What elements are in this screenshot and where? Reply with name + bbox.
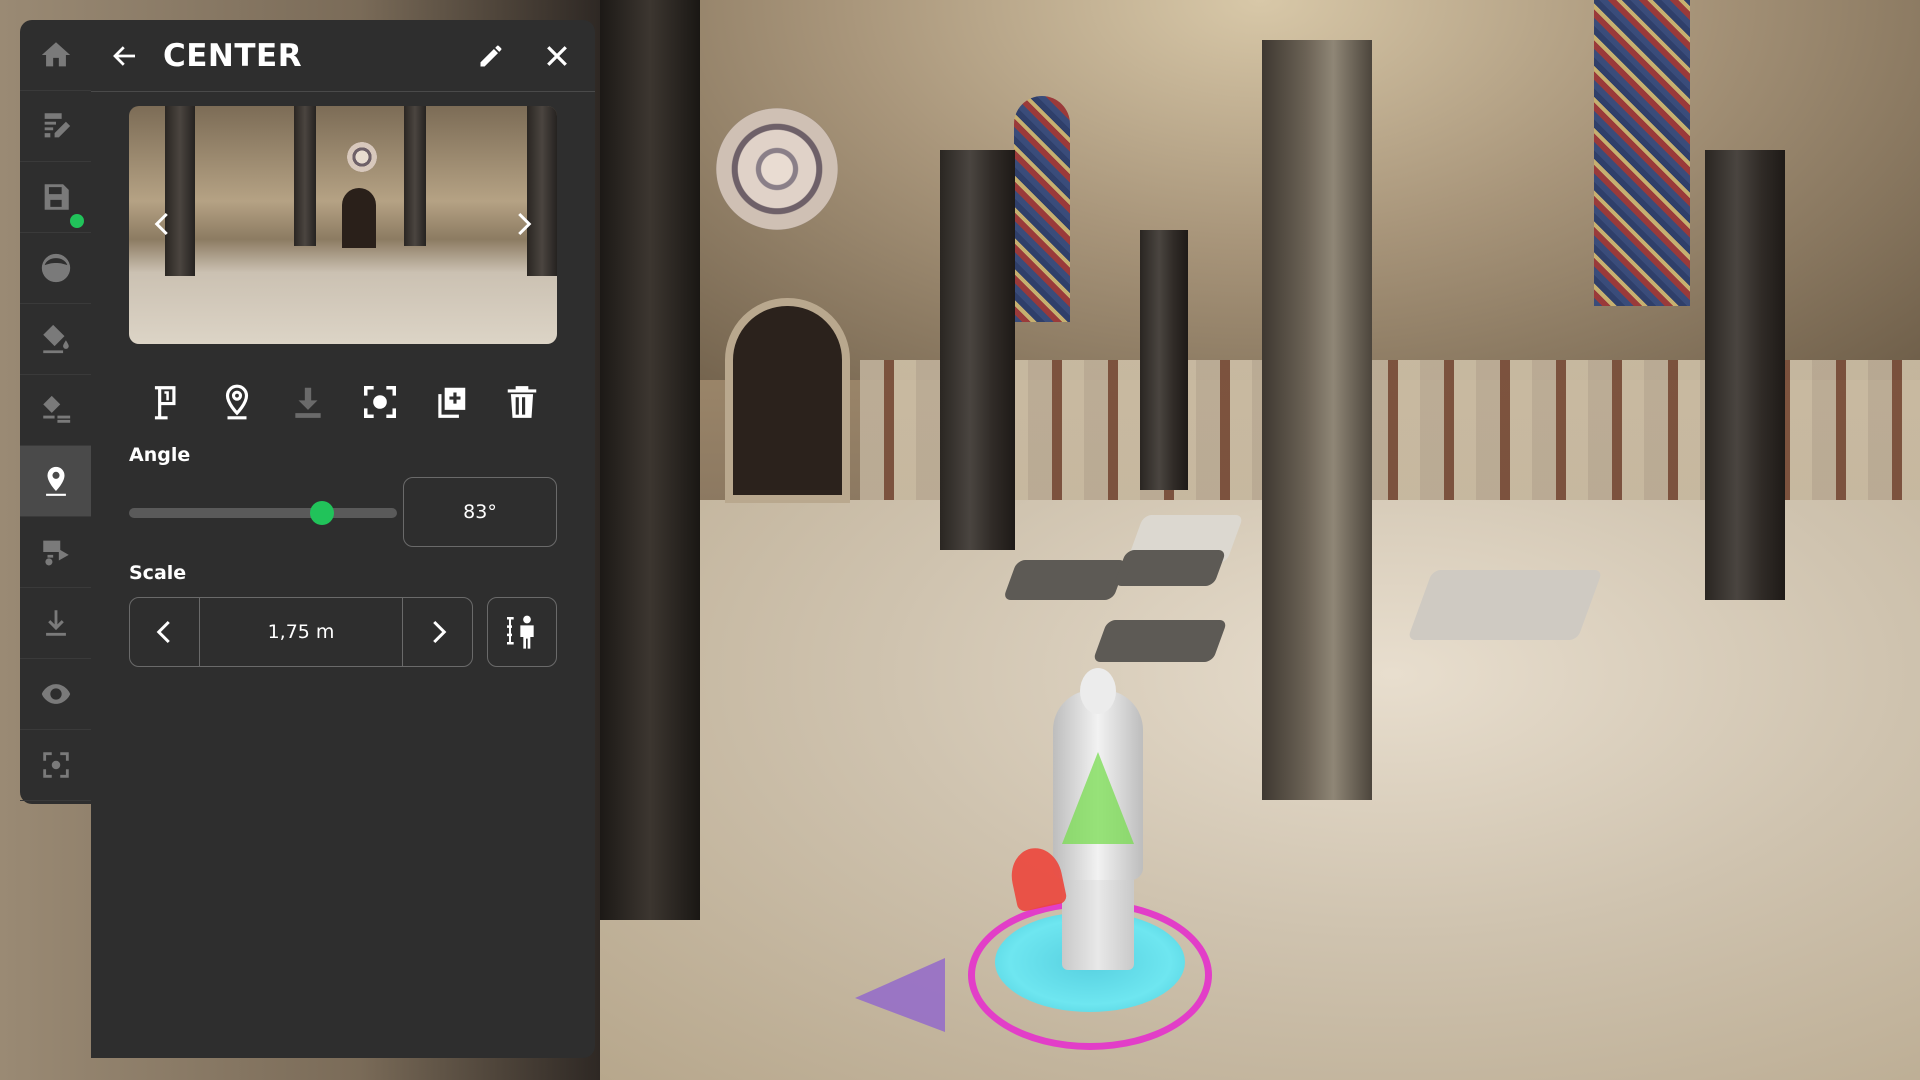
layers-paint-button[interactable] <box>20 375 91 446</box>
person-height-icon <box>507 615 534 649</box>
back-button[interactable] <box>107 38 143 74</box>
download-arrow-icon <box>45 610 66 636</box>
scale-stepper: 1,75 m <box>129 597 473 667</box>
preview-pillar <box>165 106 195 276</box>
start-point-flag-icon <box>154 386 176 420</box>
media-icon <box>42 540 69 566</box>
angle-value-field[interactable]: 83° <box>403 477 557 547</box>
duplicate-button[interactable] <box>426 377 476 427</box>
visibility-button[interactable] <box>20 659 91 730</box>
chevron-right-icon <box>518 212 532 236</box>
focus-frame-button[interactable] <box>20 730 91 801</box>
chevron-left-icon <box>154 212 168 236</box>
trash-icon <box>507 386 537 418</box>
preview-prev-button[interactable] <box>141 202 185 246</box>
download-icon <box>295 387 322 418</box>
arched-door <box>725 298 850 503</box>
person-height-button[interactable] <box>487 597 557 667</box>
pillar <box>1262 40 1372 800</box>
effigy-tomb <box>1002 560 1128 600</box>
left-toolbar <box>20 20 91 804</box>
visibility-icon <box>41 684 70 704</box>
point-toolbar <box>131 372 557 432</box>
effigy-tomb <box>1407 570 1603 640</box>
pillar <box>600 0 700 920</box>
save-icon <box>44 184 69 210</box>
effigy-tomb <box>1113 550 1227 586</box>
map-pin-icon <box>226 384 249 420</box>
pillar <box>940 150 1015 550</box>
preview-rose-window <box>347 142 377 172</box>
pencil-icon <box>480 45 502 66</box>
angle-slider-thumb[interactable] <box>309 501 334 525</box>
save-button[interactable] <box>20 162 91 233</box>
effigy-tomb <box>1092 620 1228 662</box>
panel-header: CENTER <box>91 20 595 92</box>
scale-decrease-button[interactable] <box>130 598 200 666</box>
home-button[interactable] <box>20 20 91 91</box>
stained-glass-window <box>1594 0 1690 306</box>
panorama-button[interactable] <box>20 233 91 304</box>
stained-glass-window <box>1014 96 1070 322</box>
edit-button[interactable] <box>469 34 513 78</box>
scale-increase-button[interactable] <box>402 598 472 666</box>
duplicate-icon <box>438 387 465 418</box>
close-icon <box>547 45 567 66</box>
edit-notes-icon <box>44 113 70 138</box>
panel-title: CENTER <box>163 37 303 74</box>
focus-icon <box>363 386 396 418</box>
preview-pillar <box>404 106 426 246</box>
chevron-left-icon <box>156 620 170 644</box>
download-arrow-button[interactable] <box>20 588 91 659</box>
media-button[interactable] <box>20 517 91 588</box>
preview-pillar <box>294 106 316 246</box>
gizmo-y-axis-handle[interactable] <box>1062 752 1134 844</box>
rose-window <box>716 108 838 230</box>
panorama-preview[interactable] <box>129 106 557 344</box>
arrow-left-icon <box>113 45 135 66</box>
save-status-dot <box>70 214 84 228</box>
pillar <box>1140 230 1188 490</box>
paint-bucket-icon <box>42 324 69 354</box>
pillar <box>1705 150 1785 600</box>
scale-value: 1,75 m <box>267 621 335 643</box>
map-pin-button[interactable] <box>212 377 262 427</box>
gizmo-direction-handle[interactable] <box>855 958 945 1032</box>
close-button[interactable] <box>535 34 579 78</box>
edit-notes-button[interactable] <box>20 91 91 162</box>
location-pin-button[interactable] <box>20 446 91 517</box>
preview-door <box>342 188 376 248</box>
center-panel: CENTER Angle 83° Scale 1,75 m <box>91 20 595 1058</box>
scale-figure-head <box>1080 668 1116 714</box>
panorama-icon <box>41 253 70 283</box>
chevron-right-icon <box>432 620 446 644</box>
focus-button[interactable] <box>355 377 405 427</box>
home-icon <box>41 42 70 67</box>
scale-label: Scale <box>129 562 187 584</box>
angle-slider[interactable] <box>129 508 397 518</box>
download-button[interactable] <box>283 377 333 427</box>
preview-pillar <box>527 106 557 276</box>
angle-label: Angle <box>129 444 191 466</box>
paint-bucket-button[interactable] <box>20 304 91 375</box>
location-pin-icon <box>45 466 66 496</box>
layers-paint-icon <box>42 395 70 423</box>
delete-button[interactable] <box>497 377 547 427</box>
set-start-point-button[interactable] <box>141 377 191 427</box>
preview-next-button[interactable] <box>501 202 545 246</box>
focus-frame-icon <box>42 752 69 778</box>
